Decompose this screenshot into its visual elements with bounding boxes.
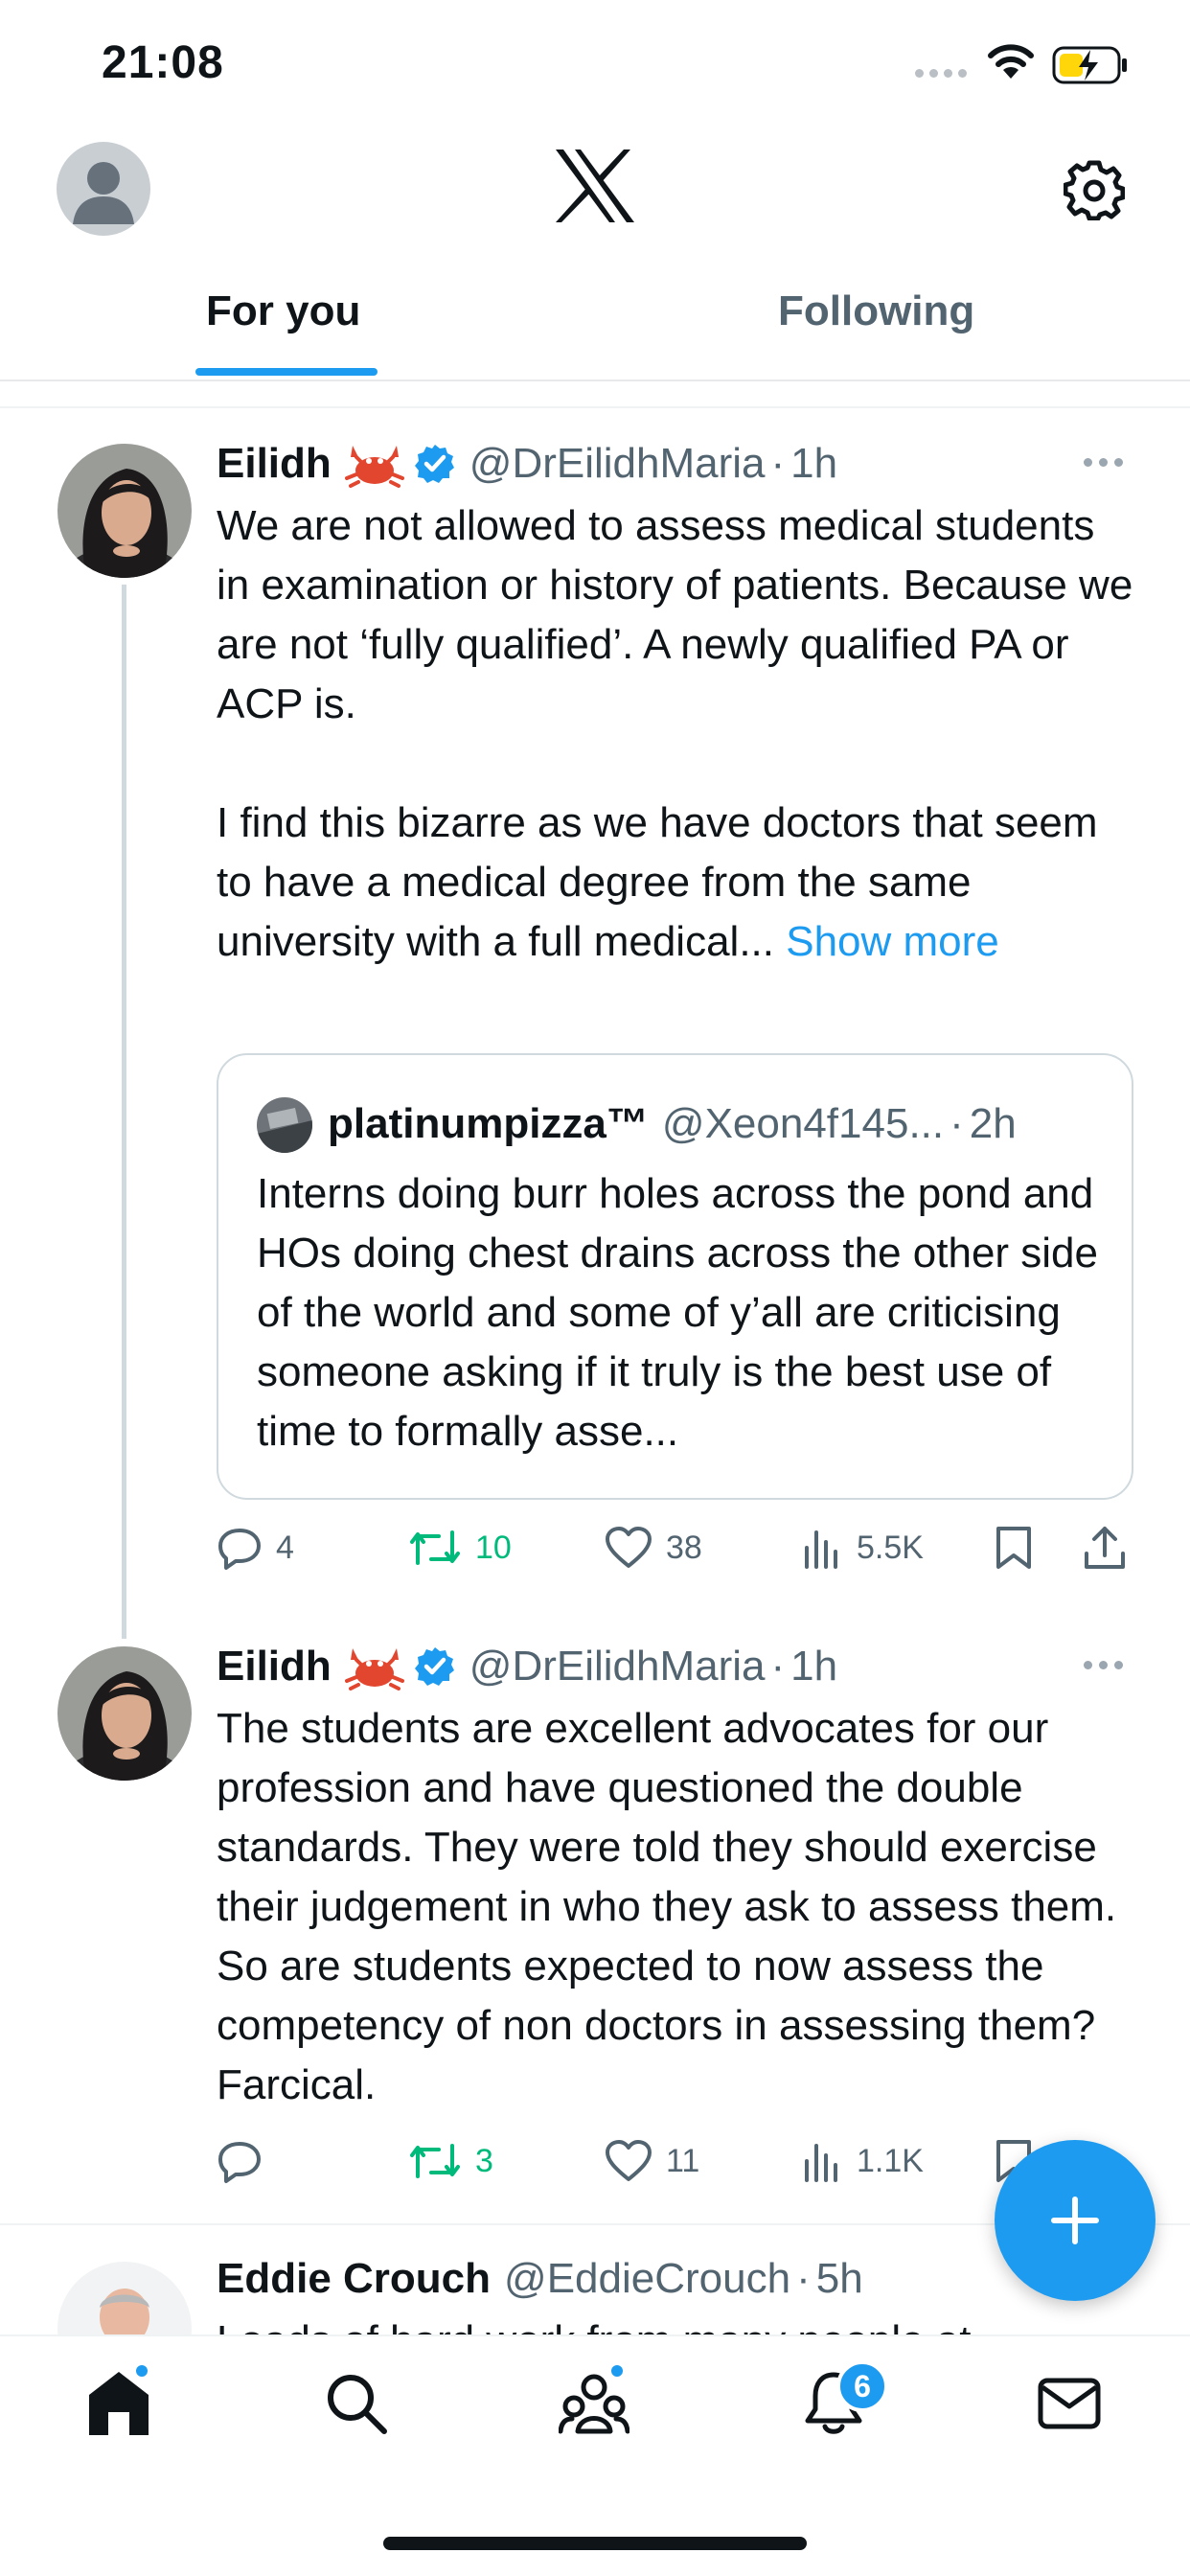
like-count: 11 bbox=[666, 2142, 700, 2179]
messages-envelope-icon bbox=[1038, 2378, 1101, 2429]
author-name[interactable]: Eddie Crouch bbox=[217, 2255, 491, 2303]
tweet-text[interactable]: The students are excellent advocates for… bbox=[217, 1699, 1136, 2115]
home-unread-dot bbox=[134, 2363, 149, 2379]
share-button[interactable] bbox=[1083, 1519, 1127, 1576]
repost-count: 10 bbox=[475, 1529, 512, 1566]
active-tab-indicator bbox=[195, 368, 378, 376]
views-count: 5.5K bbox=[857, 1529, 924, 1566]
nav-messages[interactable] bbox=[1031, 2365, 1108, 2442]
quote-time: 2h bbox=[969, 1100, 1017, 1147]
compose-post-button[interactable] bbox=[995, 2140, 1156, 2301]
x-logo-icon[interactable] bbox=[554, 148, 636, 224]
share-icon bbox=[1085, 1527, 1125, 1569]
author-handle[interactable]: @DrEilidhMaria bbox=[469, 440, 766, 488]
separator-dot: · bbox=[950, 1100, 964, 1147]
views-button[interactable]: 1.1K bbox=[801, 2132, 924, 2190]
top-header: For you Following bbox=[0, 134, 1190, 408]
tab-following[interactable]: Following bbox=[778, 288, 974, 335]
quote-author-name: platinumpizza™ bbox=[328, 1100, 649, 1147]
like-count: 38 bbox=[666, 1529, 702, 1566]
quote-header: platinumpizza™ @Xeon4f145... · 2h bbox=[328, 1095, 1017, 1153]
thread-connector-line bbox=[122, 585, 126, 1639]
tweet-header: Eddie Crouch @EddieCrouch · 5h bbox=[217, 2250, 863, 2308]
search-icon bbox=[328, 2375, 387, 2434]
battery-charging-icon bbox=[1052, 46, 1127, 84]
separator-dot: · bbox=[796, 2255, 811, 2302]
crab-emoji-icon bbox=[344, 440, 404, 488]
verified-badge-icon bbox=[414, 1645, 456, 1688]
like-button[interactable]: 11 bbox=[605, 2132, 699, 2190]
like-button[interactable]: 38 bbox=[605, 1519, 702, 1576]
crab-emoji-icon bbox=[344, 1643, 404, 1690]
tweet-body: We are not allowed to assess medical stu… bbox=[217, 502, 1133, 965]
notification-count-badge: 6 bbox=[836, 2360, 888, 2412]
nav-search[interactable] bbox=[318, 2365, 395, 2442]
reply-icon bbox=[218, 2142, 261, 2183]
reply-icon bbox=[218, 1529, 261, 1570]
default-avatar-icon bbox=[73, 162, 134, 224]
home-icon bbox=[89, 2372, 149, 2435]
tab-for-you[interactable]: For you bbox=[206, 288, 360, 335]
author-handle[interactable]: @EddieCrouch bbox=[504, 2255, 790, 2303]
tweet-time[interactable]: 5h bbox=[816, 2255, 863, 2303]
repost-icon bbox=[410, 1530, 460, 1565]
repost-icon bbox=[410, 2144, 460, 2178]
show-more-link[interactable]: Show more bbox=[786, 918, 999, 965]
settings-gear-icon[interactable] bbox=[1064, 159, 1125, 220]
heart-icon bbox=[606, 1527, 652, 1568]
views-chart-icon bbox=[805, 2144, 837, 2182]
tweet-time[interactable]: 1h bbox=[790, 440, 837, 488]
tweet-header: Eilidh @DrEilidhMaria · 1h bbox=[217, 435, 837, 493]
author-handle[interactable]: @DrEilidhMaria bbox=[469, 1643, 766, 1690]
status-time: 21:08 bbox=[102, 37, 224, 88]
bookmark-icon bbox=[996, 1527, 1031, 1569]
heart-icon bbox=[606, 2140, 652, 2181]
tweet-time[interactable]: 1h bbox=[790, 1643, 837, 1690]
quoted-tweet-card[interactable]: platinumpizza™ @Xeon4f145... · 2h Intern… bbox=[217, 1053, 1133, 1500]
views-count: 1.1K bbox=[857, 2142, 924, 2179]
more-options-icon[interactable] bbox=[1084, 1661, 1123, 1669]
feed-top-divider bbox=[0, 406, 1190, 408]
user-photo-icon bbox=[57, 444, 192, 578]
communities-unread-dot bbox=[609, 2363, 625, 2379]
author-name[interactable]: Eilidh bbox=[217, 440, 332, 488]
status-bar: 21:08 bbox=[0, 0, 1190, 134]
tweet-text[interactable]: We are not allowed to assess medical stu… bbox=[217, 496, 1136, 972]
tweet-actions: 3 11 1.1K bbox=[217, 2132, 1136, 2190]
user-photo-icon bbox=[57, 1646, 192, 1781]
quote-author-handle: @Xeon4f145... bbox=[661, 1100, 945, 1147]
more-options-icon[interactable] bbox=[1084, 458, 1123, 467]
views-button[interactable]: 5.5K bbox=[801, 1519, 924, 1576]
separator-dot: · bbox=[770, 1643, 786, 1690]
bookmark-button[interactable] bbox=[995, 1519, 1033, 1576]
repost-button[interactable]: 10 bbox=[408, 1519, 512, 1576]
profile-avatar[interactable] bbox=[57, 142, 150, 236]
reply-button[interactable] bbox=[217, 2132, 276, 2190]
tweet-actions: 4 10 38 5.5K bbox=[217, 1519, 1136, 1576]
tweet-header: Eilidh @DrEilidhMaria · 1h bbox=[217, 1638, 837, 1695]
views-chart-icon bbox=[805, 1530, 837, 1569]
reply-button[interactable]: 4 bbox=[217, 1519, 294, 1576]
author-name[interactable]: Eilidh bbox=[217, 1643, 332, 1690]
wifi-icon bbox=[988, 44, 1034, 79]
avatar[interactable] bbox=[57, 1646, 192, 1781]
repost-count: 3 bbox=[475, 2142, 493, 2179]
reply-count: 4 bbox=[276, 1529, 294, 1566]
separator-dot: · bbox=[770, 440, 786, 487]
plus-icon bbox=[1051, 2196, 1099, 2244]
verified-badge-icon bbox=[414, 443, 456, 485]
avatar[interactable] bbox=[57, 444, 192, 578]
cellular-signal-icon bbox=[915, 69, 967, 78]
quote-text: Interns doing burr holes across the pond… bbox=[257, 1170, 1110, 1455]
quote-avatar bbox=[257, 1097, 312, 1153]
repost-button[interactable]: 3 bbox=[408, 2132, 493, 2190]
home-indicator bbox=[383, 2537, 807, 2550]
communities-icon bbox=[559, 2374, 629, 2434]
header-divider bbox=[0, 380, 1190, 381]
quote-user-photo-icon bbox=[257, 1097, 312, 1153]
